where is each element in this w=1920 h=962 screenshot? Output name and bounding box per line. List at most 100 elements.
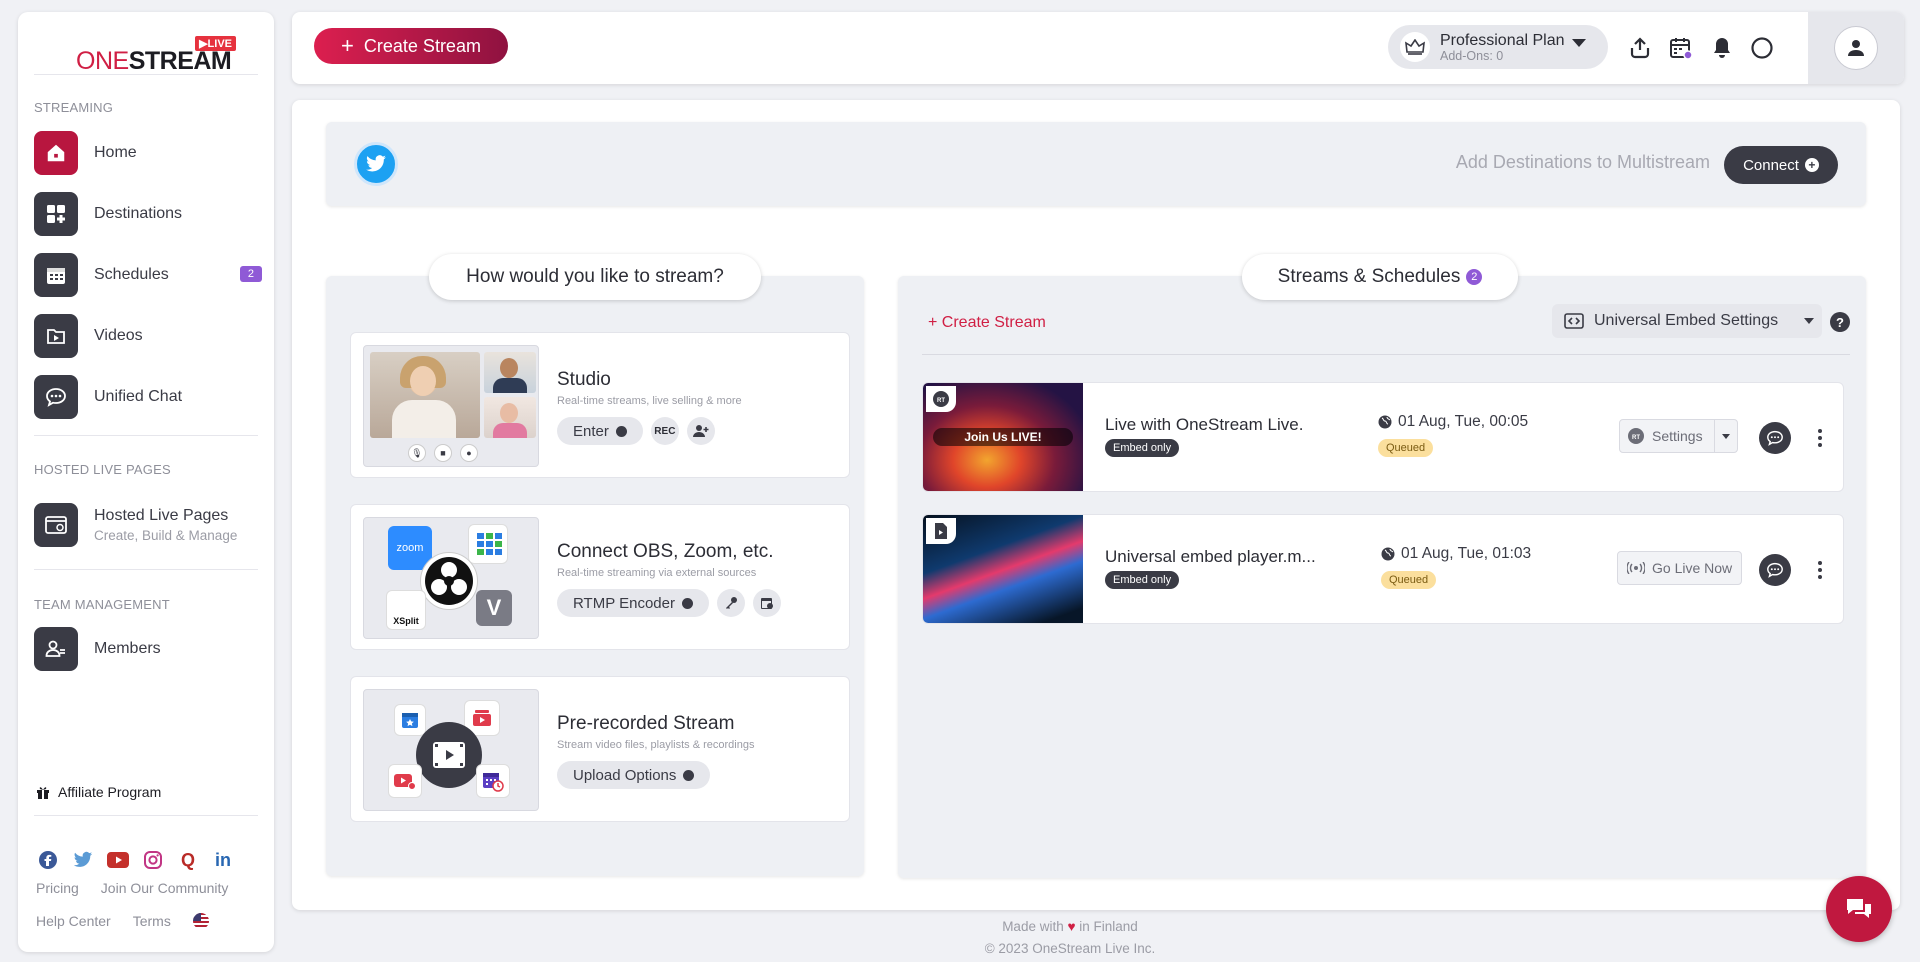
divider: [922, 354, 1850, 355]
pre-recorded-preview-image: [363, 689, 539, 811]
card-actions: Enter REC: [557, 417, 715, 445]
file-source-icon: [926, 518, 956, 544]
sidebar: ONESTREAM ▶LIVE STREAMING Home Destinati…: [18, 12, 274, 952]
stream-settings-button[interactable]: RT Settings: [1619, 419, 1738, 453]
footer-made-with: Made with ♥ in Finland: [1002, 919, 1138, 934]
upload-icon[interactable]: [1626, 34, 1654, 62]
social-links: Q in: [36, 848, 235, 872]
broadcast-icon: [1627, 562, 1645, 574]
app-grid-icon: [468, 524, 508, 564]
logo-text-stream: STREAM: [128, 47, 232, 75]
sidebar-item-videos[interactable]: Videos: [34, 314, 262, 358]
youtube-upload-icon: [388, 764, 422, 798]
terms-link[interactable]: Terms: [133, 913, 171, 929]
enter-studio-button[interactable]: Enter: [557, 417, 643, 445]
language-flag-icon[interactable]: [192, 913, 209, 929]
embed-only-badge: Embed only: [1105, 571, 1180, 589]
upload-options-button[interactable]: Upload Options: [557, 761, 711, 789]
sidebar-item-schedules[interactable]: Schedules 2: [34, 253, 262, 297]
stream-row[interactable]: RT Join Us LIVE! Live with OneStream Liv…: [922, 382, 1844, 492]
svg-text:RT: RT: [1632, 435, 1640, 441]
stream-thumbnail: RT Join Us LIVE!: [923, 383, 1083, 491]
twitter-icon[interactable]: [71, 848, 95, 872]
pre-recorded-card[interactable]: Pre-recorded Stream Stream video files, …: [350, 676, 850, 822]
sidebar-item-home[interactable]: Home: [34, 131, 262, 175]
stream-chat-icon[interactable]: [1759, 422, 1791, 454]
theme-toggle-icon[interactable]: [1748, 34, 1776, 62]
avatar-icon: [1834, 26, 1878, 70]
divider: [34, 569, 258, 570]
quora-icon[interactable]: Q: [176, 848, 200, 872]
create-stream-button[interactable]: + Create Stream: [314, 28, 508, 64]
stream-chat-icon[interactable]: [1759, 554, 1791, 586]
facebook-icon[interactable]: [36, 848, 60, 872]
add-guest-icon[interactable]: [686, 417, 715, 445]
stream-date-text: 01 Aug, Tue, 00:05: [1398, 413, 1529, 430]
members-icon: [34, 627, 78, 671]
support-chat-button[interactable]: [1826, 876, 1892, 942]
grid-icon: [34, 192, 78, 236]
logo-text-one: ONE: [76, 47, 129, 75]
card-title: Connect OBS, Zoom, etc.: [557, 541, 774, 562]
card-title: Pre-recorded Stream: [557, 713, 735, 734]
more-options-icon[interactable]: [1815, 424, 1825, 452]
help-center-link[interactable]: Help Center: [36, 913, 111, 929]
key-icon[interactable]: [717, 589, 745, 617]
stream-method-panel: How would you like to stream? 🎙 ■ ● Stud…: [326, 254, 864, 876]
schedule-calendar-icon[interactable]: [1667, 34, 1695, 62]
card-actions: Upload Options: [557, 761, 711, 789]
sidebar-item-label: Unified Chat: [94, 388, 183, 405]
more-options-icon[interactable]: [1815, 556, 1825, 584]
pricing-link[interactable]: Pricing: [36, 880, 79, 896]
chat-icon: [34, 375, 78, 419]
chat-bubble-icon: ●: [460, 444, 478, 462]
arrow-circle-icon: [682, 597, 693, 609]
divider: [34, 74, 258, 75]
stream-name: Universal embed player.m...: [1105, 547, 1316, 566]
connect-button[interactable]: Connect +: [1724, 146, 1838, 184]
streams-count-badge: 2: [1466, 269, 1483, 285]
stream-row[interactable]: Universal embed player.m... Embed only 0…: [922, 514, 1844, 624]
caret-down-icon[interactable]: [1721, 433, 1730, 439]
plan-selector[interactable]: Professional Plan Add-Ons: 0: [1388, 25, 1608, 69]
sidebar-item-members[interactable]: Members: [34, 627, 262, 671]
encoder-preview-image: zoom XSplit V: [363, 517, 539, 639]
divider: [34, 815, 258, 816]
card-subtitle: Stream video files, playlists & recordin…: [557, 739, 755, 751]
xsplit-logo: XSplit: [386, 590, 426, 630]
page-footer: Made with ♥ in Finland © 2023 OneStream …: [880, 916, 1260, 960]
main-content: Add Destinations to Multistream Connect …: [292, 100, 1900, 910]
plus-icon: +: [341, 33, 354, 58]
play-video-icon: [416, 722, 482, 788]
stream-method-heading: How would you like to stream?: [429, 254, 761, 300]
web-page-icon: [34, 503, 78, 547]
linkedin-icon[interactable]: in: [211, 848, 235, 872]
sidebar-item-label: Home: [94, 144, 137, 161]
notification-bell-icon[interactable]: [1708, 34, 1736, 62]
stream-date: 01 Aug, Tue, 01:03: [1381, 545, 1531, 563]
upload-options-label: Upload Options: [573, 766, 677, 784]
calendar-star-icon: [394, 704, 426, 736]
studio-card[interactable]: 🎙 ■ ● Studio Real-time streams, live sel…: [350, 332, 850, 478]
user-menu[interactable]: [1808, 12, 1904, 84]
sidebar-item-destinations[interactable]: Destinations: [34, 192, 262, 236]
youtube-icon[interactable]: [106, 848, 130, 872]
rec-button[interactable]: REC: [650, 417, 679, 445]
calendar-settings-icon[interactable]: [753, 589, 781, 617]
streams-schedules-panel: Streams & Schedules 2 + Create Stream Un…: [898, 254, 1866, 878]
instagram-icon[interactable]: [141, 848, 165, 872]
stream-date: 01 Aug, Tue, 00:05: [1378, 413, 1528, 431]
go-live-now-button[interactable]: Go Live Now: [1617, 551, 1743, 585]
sidebar-item-unified-chat[interactable]: Unified Chat: [34, 375, 262, 419]
caret-down-icon: [1572, 39, 1586, 47]
onestream-logo[interactable]: ONESTREAM ▶LIVE: [76, 30, 236, 80]
sidebar-item-hosted-live-pages[interactable]: Hosted Live Pages Create, Build & Manage: [34, 498, 262, 552]
twitter-destination-icon[interactable]: [354, 142, 398, 186]
universal-embed-settings-button[interactable]: Universal Embed Settings: [1552, 304, 1822, 338]
community-link[interactable]: Join Our Community: [101, 880, 229, 896]
affiliate-program-link[interactable]: Affiliate Program: [36, 784, 161, 800]
external-encoder-card[interactable]: zoom XSplit V Connect OBS, Zoom, etc. Re…: [350, 504, 850, 650]
help-icon[interactable]: ?: [1830, 312, 1850, 332]
create-stream-link[interactable]: + Create Stream: [928, 314, 1046, 332]
rtmp-encoder-button[interactable]: RTMP Encoder: [557, 589, 709, 617]
